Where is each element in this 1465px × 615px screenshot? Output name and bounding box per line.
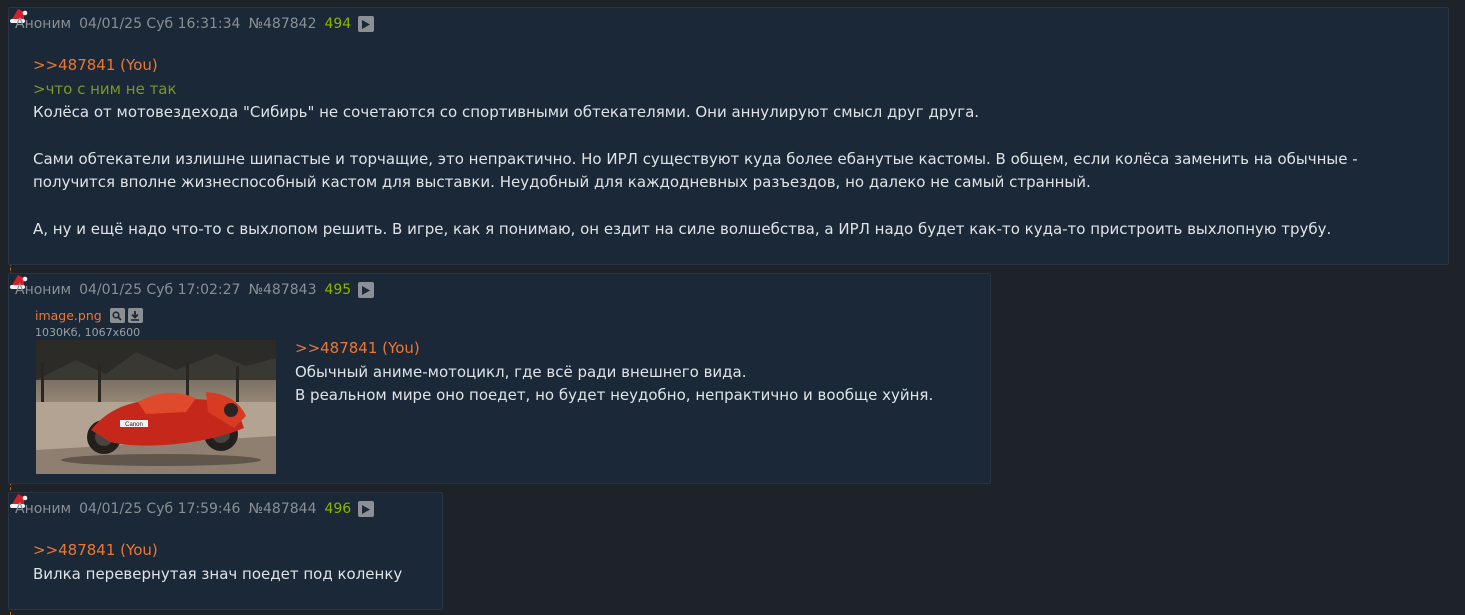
post-body: >>487841 (You) Вилка перевернутая знач п… [33,539,433,586]
reply-link[interactable]: >>487841 (You) [295,337,985,361]
post-number: 495 [324,282,352,298]
post-header: Аноним 04/01/25 Суб 17:02:27 №487843 495 [15,282,375,298]
post-line: В реальном мире оно поедет, но будет неу… [295,386,934,404]
post-date: 04/01/25 Суб 17:02:27 [79,282,241,298]
reply-link[interactable]: >>487841 (You) [33,54,1428,78]
image-caption: Canon [125,422,143,428]
greentext-quote: >что с ним не так [33,79,177,98]
post-id-link[interactable]: №487843 [248,282,316,298]
play-icon[interactable] [358,282,375,298]
post-date: 04/01/25 Суб 16:31:34 [79,16,241,32]
post-line: Вилка перевернутая знач поедет под колен… [33,564,403,583]
post-number: 496 [324,501,352,517]
post-body: >>487841 (You) Обычный аниме-мотоцикл, г… [295,337,985,408]
post-body: >>487841 (You) >что с ним не так Колёса … [33,54,1428,241]
image-thumbnail[interactable]: Canon [36,340,276,474]
post-number: 494 [324,16,352,32]
download-icon[interactable] [127,308,143,323]
play-icon[interactable] [358,16,375,32]
post-487842: Аноним 04/01/25 Суб 16:31:34 №487842 494… [8,7,1449,265]
author-name: Аноним [15,501,72,517]
post-487843: Аноним 04/01/25 Суб 17:02:27 №487843 495… [8,273,991,484]
post-paragraph: Сами обтекатели излишне шипастые и торча… [33,149,1358,192]
post-id-link[interactable]: №487842 [248,16,316,32]
search-icon[interactable] [109,308,125,323]
file-info: image.png 1030Кб, 1067x600 [35,306,143,341]
post-header: Аноним 04/01/25 Суб 17:59:46 №487844 496 [15,501,375,517]
post-paragraph: А, ну и ещё надо что-то с выхлопом решит… [33,219,1332,238]
post-line: Обычный аниме-мотоцикл, где всё ради вне… [295,362,747,381]
file-name-link[interactable]: image.png [35,308,102,323]
post-487844: Аноним 04/01/25 Суб 17:59:46 №487844 496… [8,492,443,610]
post-paragraph: Колёса от мотовездехода "Сибирь" не соче… [33,103,980,121]
post-id-link[interactable]: №487844 [248,501,316,517]
author-name: Аноним [15,282,72,298]
author-name: Аноним [15,16,72,32]
reply-link[interactable]: >>487841 (You) [33,539,433,563]
post-header: Аноним 04/01/25 Суб 16:31:34 №487842 494 [15,16,375,32]
play-icon[interactable] [358,501,375,517]
file-meta: 1030Кб, 1067x600 [35,326,141,339]
post-date: 04/01/25 Суб 17:59:46 [79,501,241,517]
